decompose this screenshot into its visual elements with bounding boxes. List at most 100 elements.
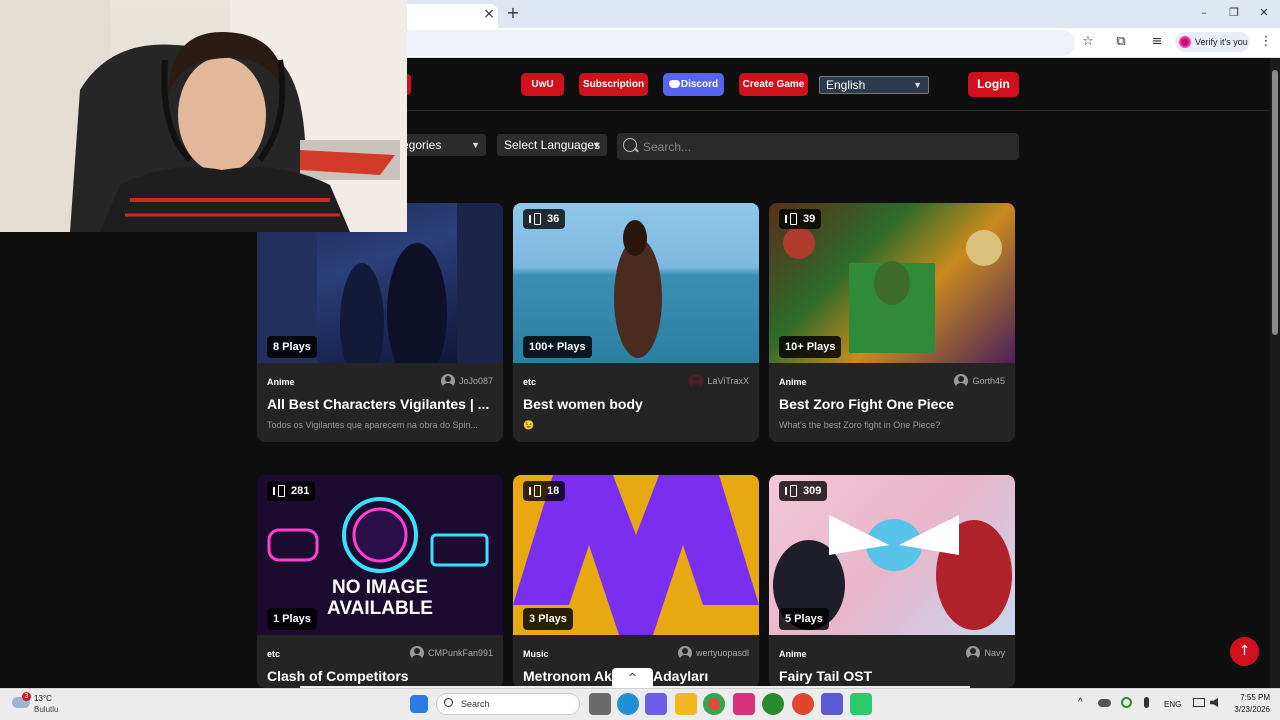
xbox-icon[interactable] [762, 693, 784, 715]
bookmark-star-icon[interactable]: ☆ [1080, 34, 1096, 50]
input-language[interactable]: ENG [1164, 700, 1181, 709]
language-value: English [826, 78, 866, 92]
question-count: 18 [547, 485, 560, 497]
file-explorer-icon[interactable] [675, 693, 697, 715]
discord-label: Discord [680, 79, 719, 90]
reading-list-icon[interactable]: ≡ [1149, 34, 1165, 50]
tray-overflow-icon[interactable]: ^ [1078, 697, 1083, 708]
nav-create-game-button[interactable]: Create Game [739, 73, 808, 96]
plays-badge: 8 Plays [267, 336, 317, 358]
quiz-card[interactable]: 39 10+ Plays Anime Gorth45 Best Zoro Fig… [769, 203, 1015, 442]
card-title[interactable]: Fairy Tail OST [779, 668, 1003, 684]
extensions-icon[interactable]: ⧉ [1113, 34, 1129, 50]
profile-avatar [1179, 36, 1191, 48]
clock-time[interactable]: 7:55 PM [1230, 693, 1270, 702]
categories-label: egories [402, 138, 442, 152]
whatsapp-icon[interactable] [850, 693, 872, 715]
card-author[interactable]: CMPunkFan991 [409, 646, 493, 660]
nav-discord-button[interactable]: Discord [663, 73, 724, 96]
weather-badge: 3 [22, 692, 31, 701]
card-title[interactable]: Metronom Aka [523, 668, 620, 684]
chrome-icon[interactable] [703, 693, 725, 715]
card-description: What's the best Zoro fight in One Piece? [779, 420, 941, 430]
task-view-icon[interactable] [589, 693, 611, 715]
no-image-line: NO IMAGE [331, 577, 429, 598]
weather-temp[interactable]: 13°C [34, 694, 52, 703]
language-select[interactable]: English ▼ [819, 76, 929, 94]
quiz-card[interactable]: NO IMAGE AVAILABLE 281 1 Plays etc CMPun… [257, 475, 503, 688]
question-count: 309 [803, 485, 822, 497]
languages-select[interactable]: Select Languages ▼ [497, 134, 607, 156]
quiz-card[interactable]: 309 5 Plays Anime Navy Fairy Tail OST [769, 475, 1015, 688]
plays-badge: 5 Plays [779, 608, 829, 630]
card-author[interactable]: wertyuopasdl [677, 646, 749, 660]
collapse-toggle-button[interactable]: ^ [612, 668, 653, 688]
sync-icon[interactable] [1121, 697, 1132, 708]
login-button[interactable]: Login [968, 72, 1019, 97]
windows-start-icon[interactable] [410, 695, 428, 713]
app-icon[interactable] [792, 693, 814, 715]
browser-menu-icon[interactable]: ⋮ [1258, 34, 1274, 50]
card-description: 😉 [523, 420, 535, 430]
user-avatar-icon [677, 646, 692, 660]
search-placeholder: Search... [643, 140, 692, 154]
minimize-button[interactable]: – [1195, 4, 1213, 22]
categories-select[interactable]: egories ▼ [395, 134, 486, 156]
chevron-down-icon: ▼ [471, 140, 480, 150]
plays-badge: 3 Plays [523, 608, 573, 630]
clock-date[interactable]: 3/23/2026 [1222, 705, 1270, 714]
user-avatar-icon [409, 646, 424, 660]
new-tab-button[interactable]: + [505, 4, 521, 22]
card-description: Todos os Vigilantes que aparecem na obra… [267, 420, 478, 430]
edge-icon[interactable] [617, 693, 639, 715]
network-icon[interactable] [1193, 698, 1205, 707]
question-count-badge: 309 [779, 481, 828, 501]
teams-icon[interactable] [821, 693, 843, 715]
copilot-icon[interactable] [645, 693, 667, 715]
questions-icon [529, 213, 541, 225]
card-author[interactable]: Gorth45 [954, 374, 1005, 388]
plays-badge: 100+ Plays [523, 336, 592, 358]
card-title[interactable]: Clash of Competitors [267, 668, 491, 684]
author-name: wertyuopasdl [695, 648, 749, 658]
author-name: LaViTraxX [707, 376, 749, 386]
instagram-icon[interactable] [733, 693, 755, 715]
scrollbar-thumb[interactable] [1272, 70, 1278, 335]
maximize-button[interactable]: ❐ [1225, 4, 1243, 22]
card-title[interactable]: All Best Characters Vigilantes | ... [267, 396, 491, 412]
microphone-icon[interactable] [1144, 697, 1149, 708]
question-count: 281 [291, 485, 310, 497]
close-tab-icon[interactable]: × [482, 6, 496, 22]
taskbar-search[interactable]: Search [436, 693, 580, 715]
close-window-button[interactable]: ✕ [1255, 4, 1273, 22]
card-title-tail[interactable]: Adayları [653, 668, 708, 684]
nav-uwu-button[interactable]: UwU [521, 73, 564, 96]
onedrive-icon[interactable] [1098, 699, 1111, 707]
search-icon [444, 698, 453, 707]
card-title[interactable]: Best women body [523, 396, 747, 412]
weather-desc[interactable]: Bulutlu [34, 705, 58, 714]
questions-icon [273, 485, 285, 497]
plays-badge: 1 Plays [267, 608, 317, 630]
card-title[interactable]: Best Zoro Fight One Piece [779, 396, 1003, 412]
nav-subscription-button[interactable]: Subscription [579, 73, 648, 96]
question-count-badge: 18 [523, 481, 566, 501]
scroll-to-top-button[interactable]: ↑ [1230, 637, 1259, 666]
author-name: JoJo087 [458, 376, 493, 386]
question-count: 39 [803, 213, 816, 225]
quiz-card[interactable]: 36 100+ Plays etc LaViTraxX Best women b… [513, 203, 759, 442]
card-author[interactable]: LaViTraxX [689, 374, 749, 388]
card-author[interactable]: Navy [966, 646, 1005, 660]
card-category: Anime [267, 377, 295, 387]
address-bar[interactable] [395, 30, 1075, 56]
quiz-card[interactable]: 8 Plays Anime JoJo087 All Best Character… [257, 203, 503, 442]
question-count-badge: 281 [267, 481, 316, 501]
card-category: Music [523, 649, 549, 659]
card-category: etc [523, 377, 537, 387]
quiz-card[interactable]: 18 3 Plays Music wertyuopasdl Metronom A… [513, 475, 759, 688]
author-name: Navy [984, 648, 1005, 658]
questions-icon [529, 485, 541, 497]
card-author[interactable]: JoJo087 [440, 374, 493, 388]
user-avatar-icon [954, 374, 969, 388]
user-avatar-icon [689, 374, 704, 388]
